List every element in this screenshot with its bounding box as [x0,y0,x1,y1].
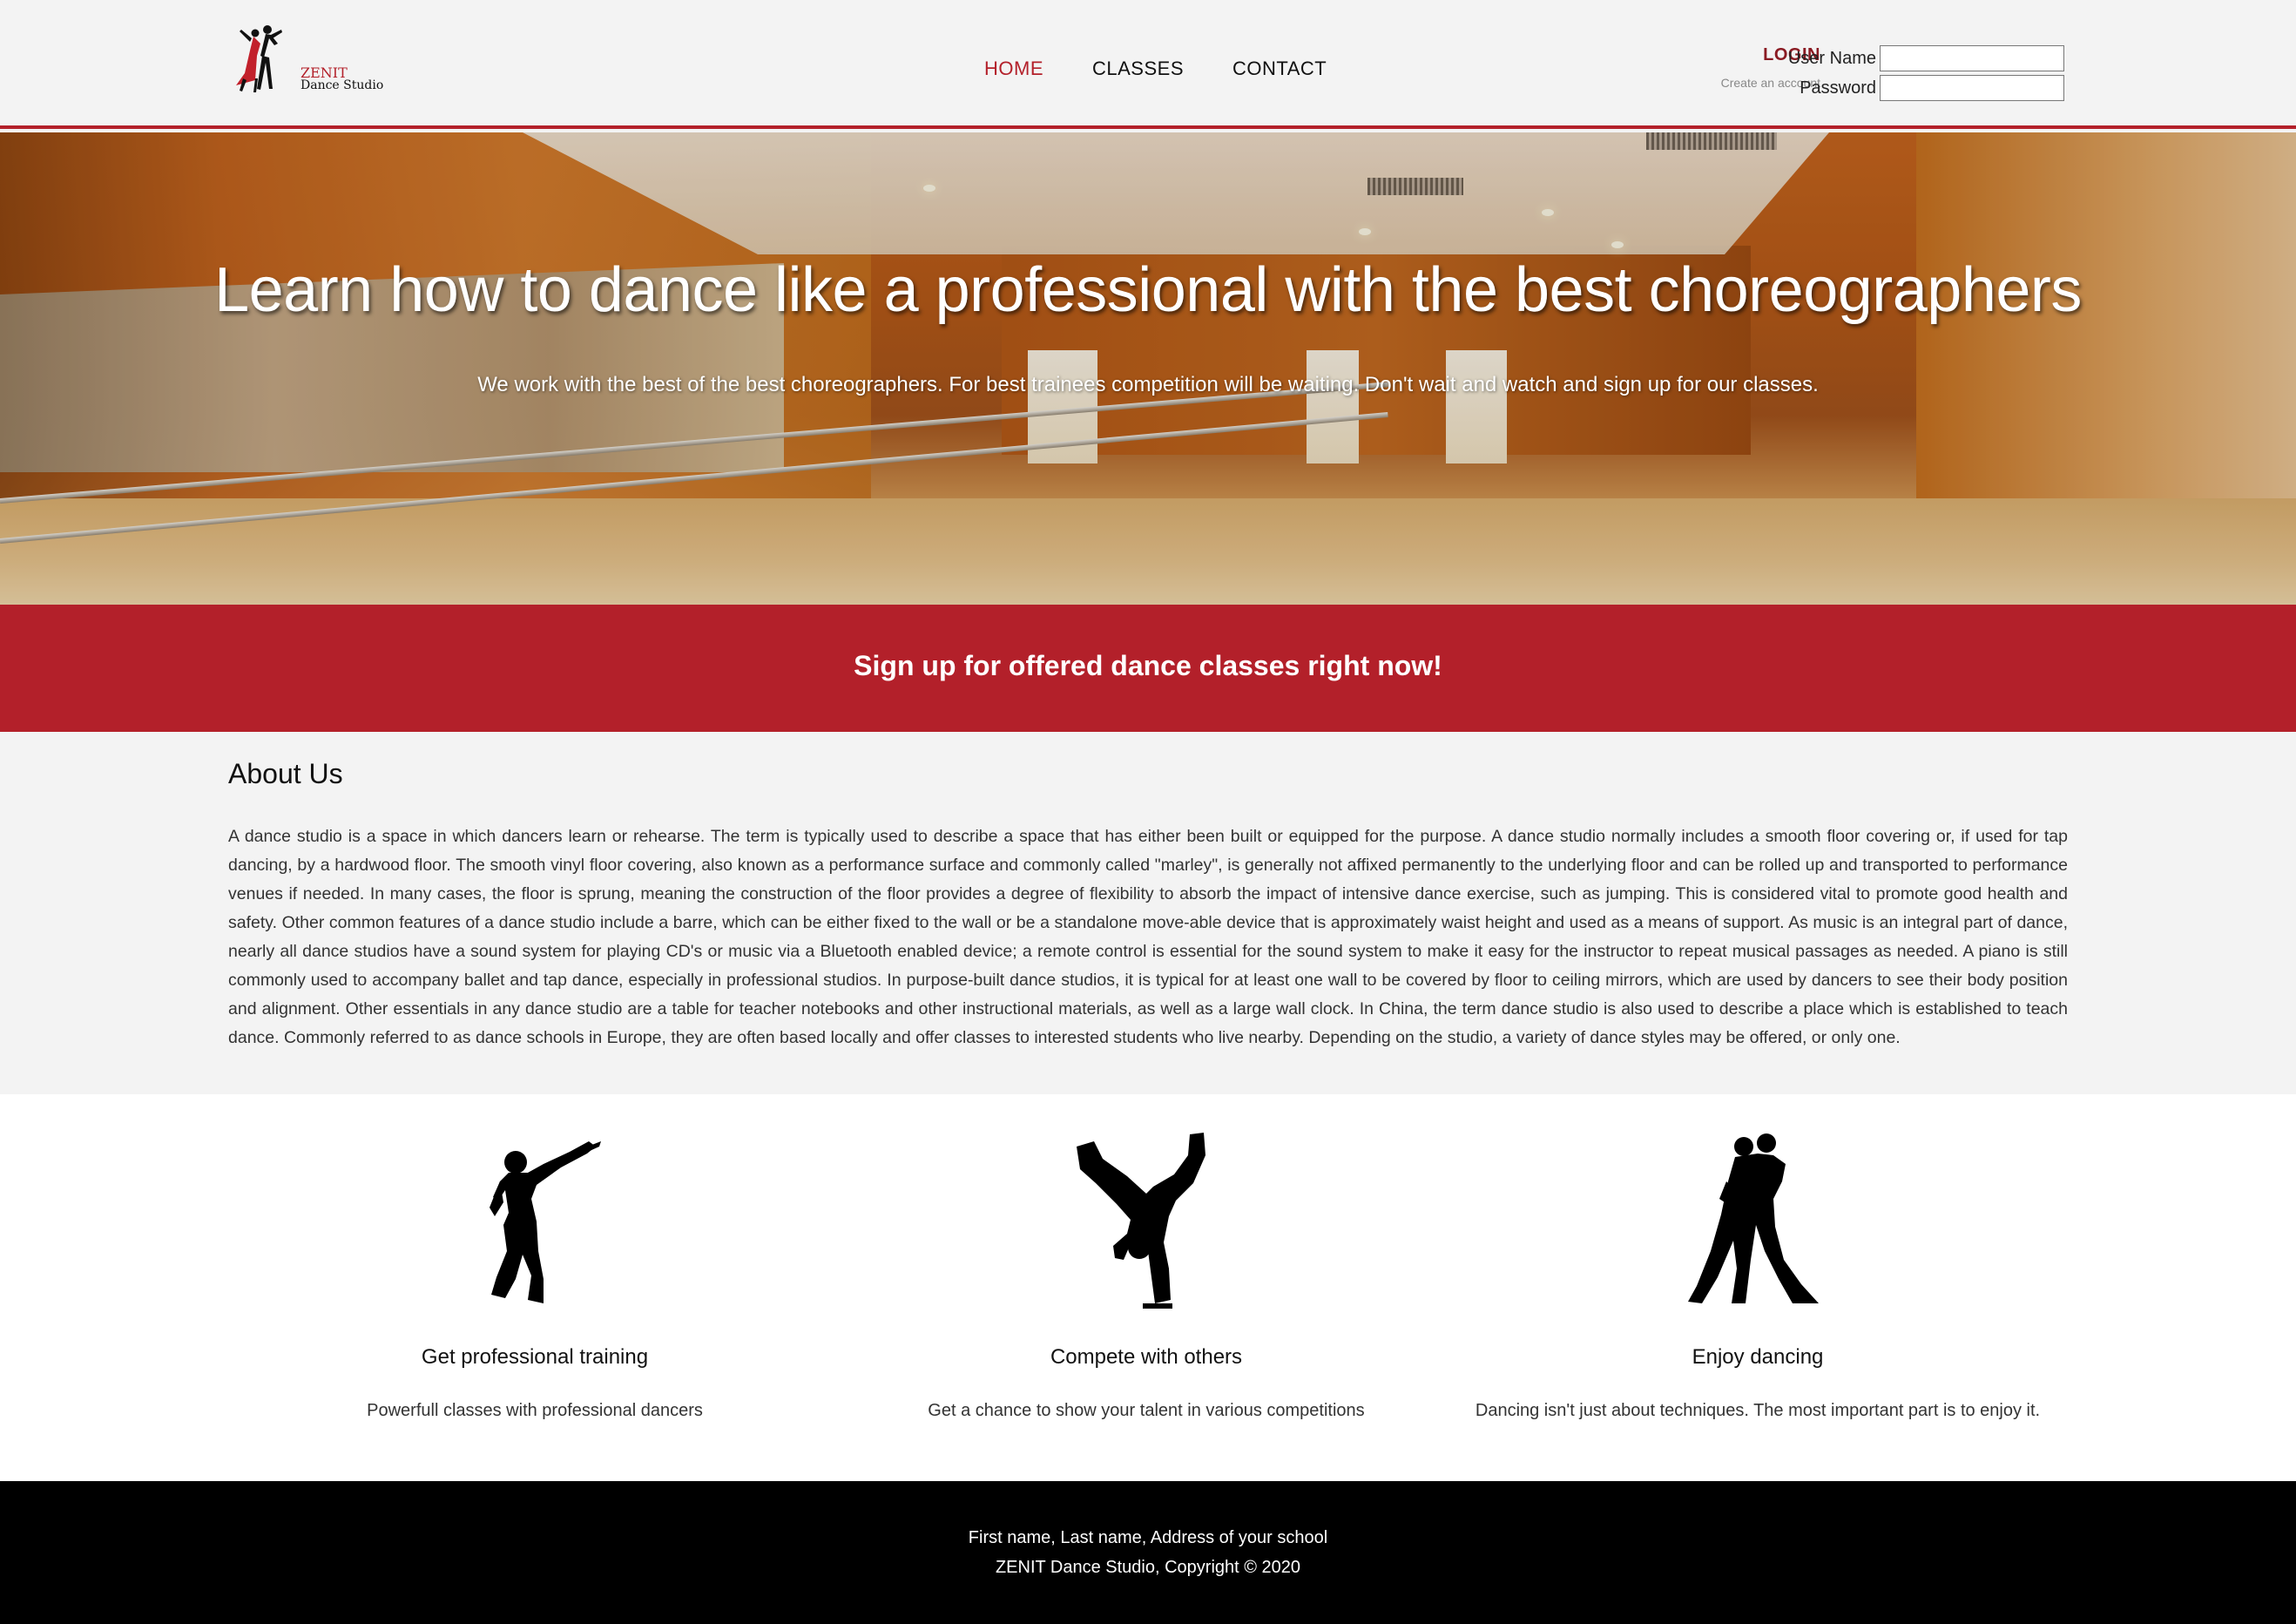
hero-title: Learn how to dance like a professional w… [214,255,2082,325]
hip-hop-dancer-icon [490,1141,601,1303]
main-nav: HOME CLASSES CONTACT [984,58,1375,80]
site-footer: First name, Last name, Address of your s… [0,1481,2296,1624]
username-label: User Name [1787,48,1876,68]
hero-banner: Learn how to dance like a professional w… [0,132,2296,605]
tango-couple-icon [1688,1133,1819,1303]
site-header: ZENIT Dance Studio HOME CLASSES CONTACT … [0,0,2296,129]
signup-call-to-action[interactable]: Sign up for offered dance classes right … [0,650,2296,682]
username-input[interactable] [1880,45,2064,71]
signup-banner: Sign up for offered dance classes right … [0,605,2296,732]
login-form: User Name Password [1777,44,2064,103]
nav-home[interactable]: HOME [984,58,1043,80]
logo-brand-subtitle: Dance Studio [301,78,384,92]
about-text: A dance studio is a space in which dance… [228,827,2068,1047]
password-label: Password [1800,78,1876,98]
feature-title: Compete with others [1050,1345,1243,1369]
hero-overlay [0,132,2296,605]
feature-description: Get a chance to show your talent in vari… [928,1401,1365,1420]
feature-description: Dancing isn't just about techniques. The… [1475,1401,2041,1420]
nav-contact[interactable]: CONTACT [1232,58,1327,80]
feature-description: Powerfull classes with professional danc… [367,1401,703,1420]
feature-title: Enjoy dancing [1692,1345,1824,1369]
hero-subtitle: We work with the best of the best choreo… [477,373,1819,396]
password-input[interactable] [1880,75,2064,101]
footer-copyright: ZENIT Dance Studio, Copyright © 2020 [995,1558,1301,1577]
footer-address: First name, Last name, Address of your s… [968,1528,1328,1547]
nav-classes[interactable]: CLASSES [1092,58,1184,80]
about-title: About Us [228,758,343,789]
breakdancer-icon [1077,1133,1205,1309]
about-section: About Us A dance studio is a space in wh… [0,732,2296,1094]
site-logo[interactable]: ZENIT Dance Studio [231,21,388,96]
feature-title: Get professional training [421,1345,649,1369]
dancing-couple-logo-icon [236,25,282,92]
password-row: Password [1777,73,2064,103]
username-row: User Name [1777,44,2064,73]
features-section: Get professional training Powerfull clas… [0,1094,2296,1481]
